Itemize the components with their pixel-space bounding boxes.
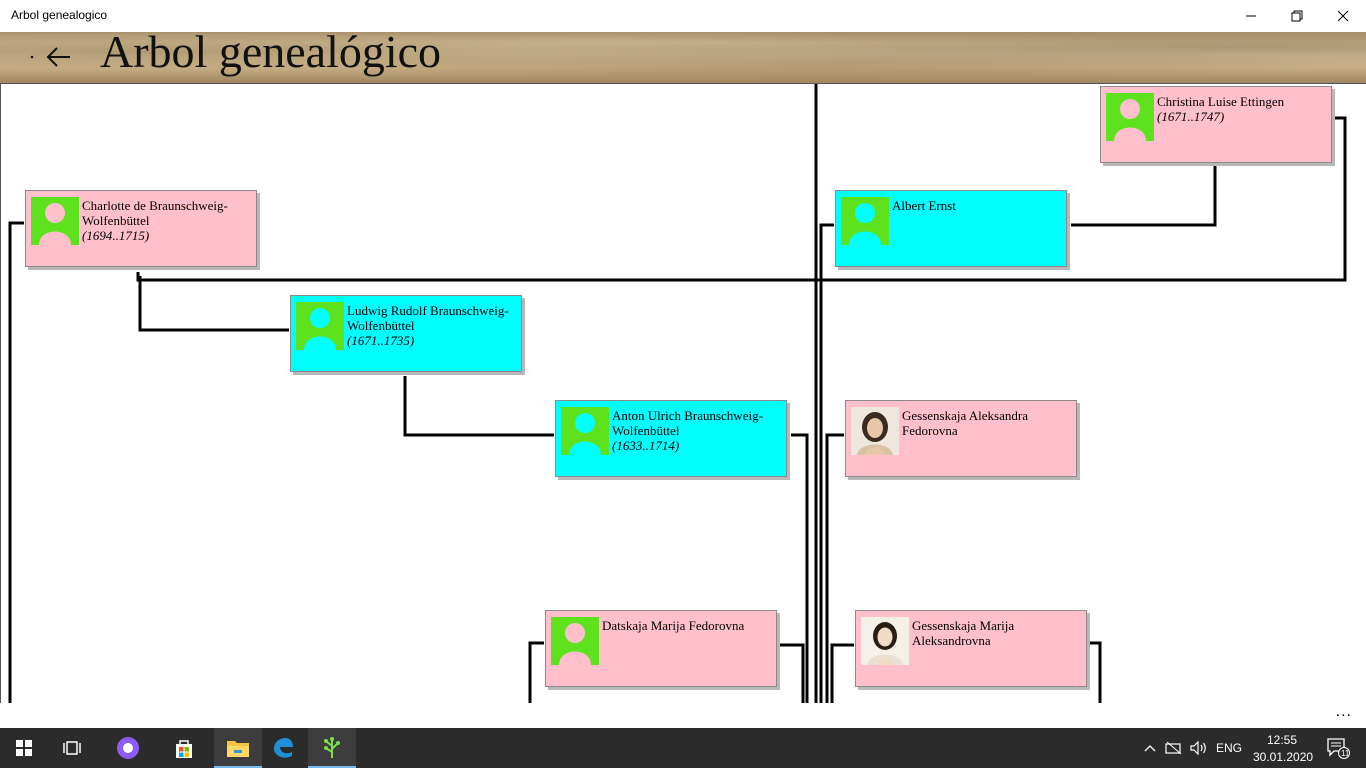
person-card-anton-ulrich[interactable]: Anton Ulrich Braunschweig-Wolfenbüttel (… bbox=[555, 400, 787, 477]
restore-button[interactable] bbox=[1274, 0, 1320, 32]
window-titlebar: Arbol genealogico bbox=[0, 0, 1366, 32]
start-button[interactable] bbox=[0, 728, 48, 768]
close-icon bbox=[1337, 10, 1349, 22]
person-name: Gessenskaja Aleksandra Fedorovna bbox=[902, 408, 1028, 438]
file-explorer-button[interactable] bbox=[214, 728, 262, 768]
person-portrait-photo bbox=[861, 617, 909, 665]
edge-browser-button[interactable] bbox=[259, 728, 307, 768]
person-name: Christina Luise Ettingen bbox=[1157, 94, 1285, 109]
page-header: Arbol genealógico bbox=[0, 32, 1366, 83]
notification-count-badge: 11 bbox=[1341, 749, 1350, 758]
person-placeholder-icon bbox=[551, 617, 599, 665]
volume-icon bbox=[1190, 741, 1206, 755]
clock-time[interactable]: 12:55 bbox=[1267, 733, 1297, 747]
clock-date[interactable]: 30.01.2020 bbox=[1253, 750, 1313, 764]
person-name: Ludwig Rudolf Braunschweig-Wolfenbüttel bbox=[347, 303, 509, 333]
network-icon bbox=[1165, 741, 1182, 755]
input-language-indicator[interactable]: ENG bbox=[1216, 741, 1242, 755]
person-placeholder-icon bbox=[31, 197, 79, 245]
person-placeholder-icon bbox=[296, 302, 344, 350]
minimize-icon bbox=[1246, 15, 1256, 17]
back-button[interactable] bbox=[28, 40, 72, 76]
person-card-ludwig-rudolf[interactable]: Ludwig Rudolf Braunschweig-Wolfenbüttel … bbox=[290, 295, 522, 372]
chevron-up-icon bbox=[1144, 745, 1156, 752]
person-years: (1694..1715) bbox=[82, 228, 150, 243]
show-hidden-icons-button[interactable] bbox=[1140, 728, 1160, 768]
person-years: (1671..1735) bbox=[347, 333, 415, 348]
volume-button[interactable] bbox=[1188, 728, 1210, 768]
person-years: (1671..1747) bbox=[1157, 109, 1225, 124]
person-card-albert-ernst[interactable]: Albert Ernst bbox=[835, 190, 1067, 267]
person-name: Gessenskaja Marija Aleksandrovna bbox=[912, 618, 1015, 648]
window-title: Arbol genealogico bbox=[11, 8, 108, 22]
person-name: Charlotte de Braunschweig-Wolfenbüttel bbox=[82, 198, 228, 228]
minimize-button[interactable] bbox=[1228, 0, 1274, 32]
person-card-christina-luise-ettingen[interactable]: Christina Luise Ettingen (1671..1747) bbox=[1100, 86, 1332, 163]
person-portrait-photo bbox=[851, 407, 899, 455]
app-bottom-bar: ... bbox=[0, 703, 1366, 728]
person-name: Datskaja Marija Fedorovna bbox=[602, 618, 745, 633]
page-title: Arbol genealógico bbox=[100, 32, 442, 77]
restore-icon bbox=[1291, 10, 1303, 22]
person-placeholder-icon bbox=[841, 197, 889, 245]
windows-taskbar: ENG 12:55 30.01.2020 11 bbox=[0, 728, 1366, 768]
person-card-datskaja-marija[interactable]: Datskaja Marija Fedorovna bbox=[545, 610, 777, 687]
alice-assistant-button[interactable] bbox=[104, 728, 152, 768]
person-placeholder-icon bbox=[1106, 93, 1154, 141]
more-options-button[interactable]: ... bbox=[1336, 703, 1352, 721]
person-card-charlotte-de-braunschweig[interactable]: Charlotte de Braunschweig-Wolfenbüttel (… bbox=[25, 190, 257, 267]
alice-assistant-icon bbox=[117, 737, 139, 759]
task-view-button[interactable] bbox=[48, 728, 96, 768]
person-name: Albert Ernst bbox=[892, 198, 956, 213]
task-view-icon bbox=[63, 741, 81, 755]
edge-browser-icon bbox=[274, 738, 293, 758]
action-center-button[interactable]: 11 bbox=[1318, 728, 1358, 768]
family-tree-canvas[interactable]: Christina Luise Ettingen (1671..1747) Ch… bbox=[0, 83, 1366, 703]
back-arrow-icon bbox=[30, 47, 70, 67]
network-button[interactable] bbox=[1163, 728, 1185, 768]
person-card-gessenskaja-marija[interactable]: Gessenskaja Marija Aleksandrovna bbox=[855, 610, 1087, 687]
close-button[interactable] bbox=[1320, 0, 1366, 32]
family-tree-app-button[interactable] bbox=[308, 728, 356, 768]
file-explorer-icon bbox=[227, 741, 249, 757]
microsoft-store-icon bbox=[176, 740, 192, 758]
person-placeholder-icon bbox=[561, 407, 609, 455]
person-years: (1633..1714) bbox=[612, 438, 680, 453]
person-name: Anton Ulrich Braunschweig-Wolfenbüttel bbox=[612, 408, 763, 438]
person-card-gessenskaja-aleksandra[interactable]: Gessenskaja Aleksandra Fedorovna bbox=[845, 400, 1077, 477]
windows-start-icon bbox=[16, 740, 32, 756]
family-tree-app-icon bbox=[324, 737, 340, 758]
microsoft-store-button[interactable] bbox=[160, 728, 208, 768]
